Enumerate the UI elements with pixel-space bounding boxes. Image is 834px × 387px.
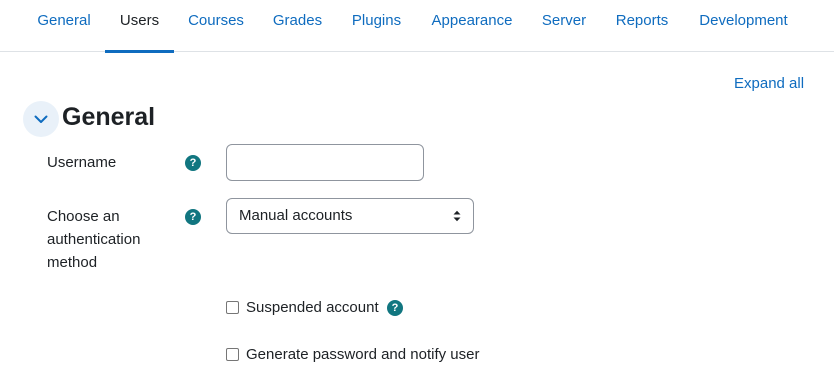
username-input[interactable] xyxy=(226,144,424,181)
generate-password-checkbox[interactable] xyxy=(226,348,239,361)
help-icon[interactable]: ? xyxy=(185,209,201,225)
auth-method-label: Choose an authentication method xyxy=(47,205,140,274)
help-icon[interactable]: ? xyxy=(387,300,403,316)
tab-development[interactable]: Development xyxy=(686,0,801,52)
auth-method-selected-value: Manual accounts xyxy=(239,207,353,224)
admin-tabs: General Users Courses Grades Plugins App… xyxy=(0,0,834,53)
auth-method-label-line-1: Choose an xyxy=(47,208,120,225)
tab-general[interactable]: General xyxy=(25,0,103,52)
select-arrows-icon xyxy=(453,210,461,222)
suspended-account-label[interactable]: Suspended account xyxy=(246,299,379,316)
section-title: General xyxy=(62,103,156,131)
tab-grades[interactable]: Grades xyxy=(261,0,334,52)
chevron-down-icon xyxy=(34,115,48,123)
auth-method-label-line-2: authentication xyxy=(47,231,141,248)
username-label: Username xyxy=(47,154,117,171)
tab-reports[interactable]: Reports xyxy=(603,0,681,52)
auth-method-label-line-3: method xyxy=(47,254,98,271)
tab-server[interactable]: Server xyxy=(531,0,597,52)
tab-users[interactable]: Users xyxy=(105,0,174,53)
tab-plugins[interactable]: Plugins xyxy=(340,0,413,52)
section-collapse-toggle[interactable] xyxy=(23,101,59,137)
help-icon[interactable]: ? xyxy=(185,155,201,171)
tab-courses[interactable]: Courses xyxy=(176,0,256,52)
suspended-account-checkbox[interactable] xyxy=(226,301,239,314)
expand-all-link[interactable]: Expand all xyxy=(734,75,804,92)
tab-appearance[interactable]: Appearance xyxy=(418,0,526,52)
auth-method-select[interactable]: Manual accounts xyxy=(226,198,474,234)
generate-password-label[interactable]: Generate password and notify user xyxy=(246,346,479,363)
